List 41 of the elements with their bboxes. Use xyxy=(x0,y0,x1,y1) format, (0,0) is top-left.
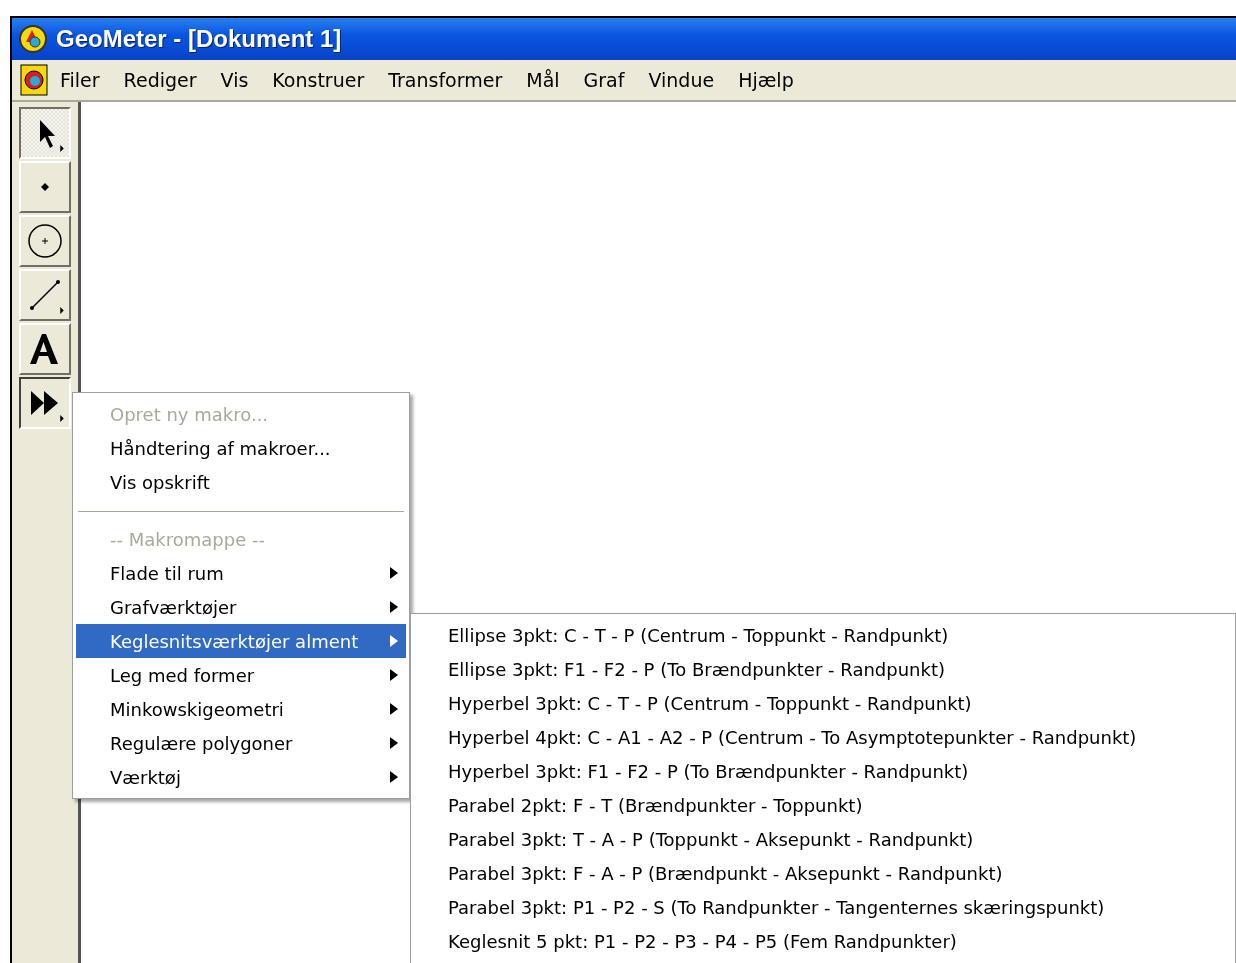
menu-item[interactable]: Værktøj xyxy=(76,760,406,794)
arrow-tool-button[interactable] xyxy=(19,107,71,159)
fast-forward-icon xyxy=(30,390,60,416)
menu-item[interactable]: Parabel 3pkt: T - A - P (Toppunkt - Aksepunkt - Randpunkt) xyxy=(414,822,1232,856)
menu-item[interactable]: Keglesnitsværktøjer alment xyxy=(76,624,406,658)
menu-item[interactable]: Hjælp xyxy=(726,63,806,97)
menu-item[interactable]: Regulære polygoner xyxy=(76,726,406,760)
window-title: GeoMeter - [Dokument 1] xyxy=(56,25,342,53)
menu-item[interactable]: Parabel 2pkt: F - T (Brændpunkter - Toppunkt) xyxy=(414,788,1232,822)
menu-item[interactable]: Hyperbel 4pkt: C - A1 - A2 - P (Centrum - To Asymptotepunkter - Randpunkt) xyxy=(414,720,1232,754)
macro-tool-button[interactable] xyxy=(19,377,71,429)
point-icon xyxy=(40,182,50,192)
menu-item[interactable]: Hyperbel 3pkt: F1 - F2 - P (To Brændpunkter - Randpunkt) xyxy=(414,754,1232,788)
menu-item[interactable]: Flade til rum xyxy=(76,556,406,590)
menu-item[interactable]: Keglesnit 5 pkt: P1 - P2 - P3 - P4 - P5 (Fem Randpunkter) xyxy=(414,924,1232,958)
menu-item[interactable]: Vis xyxy=(208,63,261,97)
menu-item[interactable]: Ellipse 3pkt: F1 - F2 - P (To Brændpunkter - Randpunkt) xyxy=(414,652,1232,686)
menu-item[interactable]: Minkowskigeometri xyxy=(76,692,406,726)
menu-item[interactable]: Vis opskrift xyxy=(76,465,406,499)
menu-item[interactable]: Hyperbel 3pkt: C - T - P (Centrum - Toppunkt - Randpunkt) xyxy=(414,686,1232,720)
line-segment-icon xyxy=(28,278,62,312)
menu-item[interactable]: Parabel 3pkt: P1 - P2 - S (To Randpunkter - Tangenternes skæringspunkt) xyxy=(414,890,1232,924)
circle-tool-button[interactable] xyxy=(19,215,71,267)
menu-item[interactable]: Rediger xyxy=(111,63,209,97)
menu-item[interactable]: Graf xyxy=(571,63,637,97)
menu-item[interactable]: Ellipse 3pkt: C - T - P (Centrum - Toppunkt - Randpunkt) xyxy=(414,618,1232,652)
menu-item[interactable]: Håndtering af makroer... xyxy=(76,431,406,465)
app-logo-icon xyxy=(18,24,48,54)
menu-item[interactable]: Parabel 3pkt: F - A - P (Brændpunkt - Aksepunkt - Randpunkt) xyxy=(414,856,1232,890)
menu-item[interactable]: Filer xyxy=(48,63,112,97)
menu-item[interactable]: Leg med former xyxy=(76,658,406,692)
document-icon[interactable] xyxy=(20,64,48,96)
circle-icon xyxy=(27,223,63,259)
text-tool-button[interactable] xyxy=(19,323,71,375)
menu-item[interactable]: Vindue xyxy=(636,63,727,97)
menu-item[interactable]: Transformer xyxy=(376,63,515,97)
point-tool-button[interactable] xyxy=(19,161,71,213)
line-tool-button[interactable] xyxy=(19,269,71,321)
menu-item[interactable]: Konstruer xyxy=(260,63,377,97)
menu-item[interactable]: Mål xyxy=(514,63,572,97)
menu-item[interactable]: Grafværktøjer xyxy=(76,590,406,624)
